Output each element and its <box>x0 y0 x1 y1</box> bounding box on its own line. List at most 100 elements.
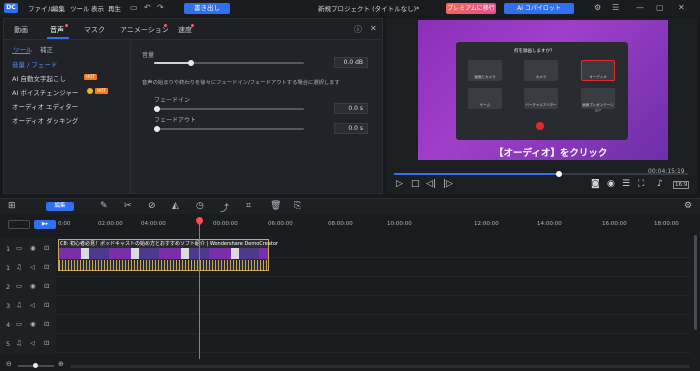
playhead[interactable] <box>199 217 200 371</box>
track-header: 1 ♫ ◁ ⊡ <box>0 258 56 277</box>
speaker-icon[interactable]: ◁ <box>30 301 35 309</box>
close-panel-icon[interactable]: ✕ <box>370 24 377 33</box>
marker-icon[interactable]: ⎘ <box>294 201 301 211</box>
undo-icon[interactable]: ↶ <box>144 3 151 12</box>
crop-icon[interactable]: ⌗ <box>246 201 251 211</box>
track-header: 4 ▭ ◉ ⊡ <box>0 315 56 334</box>
speed-icon[interactable]: ◷ <box>196 201 204 211</box>
timeline: ⊞ 編集 ✎ ✂ ⊘ ◭ ◷ ⤴ ⌗ 🗑 ⎘ ⚙ ▶▸ 0:00 02:00:0… <box>0 198 700 371</box>
fade-out-slider[interactable] <box>154 128 304 130</box>
play-icon[interactable]: ▷ <box>396 179 403 189</box>
menu-icon[interactable]: ☰ <box>612 3 619 12</box>
fade-in-slider-knob[interactable] <box>154 106 160 112</box>
fade-note: 音声の始まりや終わりを徐々にフェードイン/フェードアウトする場合に選択します <box>142 80 340 86</box>
maximize-icon[interactable]: ▢ <box>656 3 664 12</box>
new-badge <box>164 24 167 27</box>
lock-icon[interactable]: ⊡ <box>44 320 49 328</box>
split-icon[interactable]: ✂ <box>124 201 132 211</box>
lock-icon[interactable]: ⊡ <box>44 282 49 290</box>
fade-in-slider[interactable] <box>154 108 304 110</box>
layout-icon[interactable]: ▭ <box>130 3 138 12</box>
stop-icon[interactable]: □ <box>411 179 420 189</box>
menu-play[interactable]: 再生 <box>108 3 121 13</box>
playback-progress-knob[interactable] <box>555 171 562 177</box>
side-item-audio-editor[interactable]: オーディオ エディター <box>12 101 78 111</box>
export-button[interactable]: 書き出し <box>184 3 230 14</box>
volume-value[interactable]: 0.0 dB <box>334 57 368 68</box>
zoom-in-icon[interactable]: ⊕ <box>58 360 64 368</box>
track-row[interactable]: 4 ▭ ◉ ⊡ <box>0 315 690 334</box>
help-icon[interactable]: ⓘ <box>354 24 362 35</box>
divider <box>130 41 131 193</box>
record-icon[interactable] <box>536 122 544 130</box>
track-row[interactable]: 2 ▭ ◉ ⊡ <box>0 277 690 296</box>
close-window-icon[interactable]: ✕ <box>678 3 685 12</box>
track-view-toggle[interactable] <box>8 220 30 229</box>
aspect-ratio[interactable]: 16:9 <box>673 181 690 189</box>
track-row[interactable]: 5 ♫ ◁ ⊡ <box>0 334 690 353</box>
volume-icon[interactable]: ♪ <box>657 179 663 189</box>
snap-toggle[interactable]: ▶▸ <box>34 220 56 229</box>
eye-icon[interactable]: ◉ <box>30 244 36 252</box>
volume-slider-knob[interactable] <box>188 60 195 66</box>
link-icon[interactable]: ⊘ <box>148 201 156 211</box>
menu-edit[interactable]: 編集 <box>52 3 65 13</box>
lock-icon[interactable]: ⊡ <box>44 301 49 309</box>
side-item-ducking[interactable]: オーディオ ダッキング <box>12 115 78 125</box>
eye-icon[interactable]: ◉ <box>30 320 36 328</box>
zoom-bar: ⊖ ⊕ <box>0 359 700 371</box>
tab-video[interactable]: 動画 <box>14 25 28 35</box>
record-toggle-icon[interactable]: ◉ <box>607 179 615 189</box>
redo-icon[interactable]: ↷ <box>157 3 164 12</box>
horizontal-scrollbar[interactable] <box>70 365 690 368</box>
time-ruler[interactable]: 0:00 02:00:00 04:00:00 00:00:00 06:00:00… <box>56 217 696 231</box>
camera-icon[interactable]: ◙ <box>591 179 600 189</box>
speaker-icon[interactable]: ◁ <box>30 263 35 271</box>
track-number: 1 <box>6 264 11 272</box>
side-item-voice-changer[interactable]: AI ボイスチェンジャー <box>12 87 78 97</box>
lock-icon[interactable]: ⊡ <box>44 263 49 271</box>
timeline-settings-icon[interactable]: ⚙ <box>684 201 692 211</box>
menu-file[interactable]: ファイル <box>28 3 54 13</box>
copilot-button[interactable]: AI コパイロット <box>504 3 574 14</box>
lock-icon[interactable]: ⊡ <box>44 244 49 252</box>
fade-out-value[interactable]: 0.0 s <box>334 123 368 134</box>
add-track-icon[interactable]: ⊞ <box>8 201 16 211</box>
mirror-icon[interactable]: ◭ <box>172 201 179 211</box>
fullscreen-icon[interactable]: ⛶ <box>638 179 644 189</box>
fade-out-slider-knob[interactable] <box>154 126 160 132</box>
eye-icon[interactable]: ◉ <box>30 282 36 290</box>
next-frame-icon[interactable]: |▷ <box>443 179 453 189</box>
subtab-correction[interactable]: 補正 <box>40 44 53 54</box>
side-item-transcribe[interactable]: AI 自動文字起こし <box>12 73 66 83</box>
minimize-icon[interactable]: — <box>636 3 644 12</box>
edit-mode-button[interactable]: 編集 <box>46 202 74 211</box>
menu-tools[interactable]: ツール <box>70 3 90 13</box>
tab-audio[interactable]: 音声 <box>50 25 64 35</box>
tab-animation[interactable]: アニメーション <box>120 25 169 35</box>
tab-mask[interactable]: マスク <box>84 25 105 35</box>
export-frame-icon[interactable]: ⤴ <box>220 201 229 214</box>
zoom-slider-knob[interactable] <box>33 363 38 368</box>
timeline-scrollbar[interactable] <box>694 235 697 330</box>
list-icon[interactable]: ☰ <box>622 179 630 189</box>
timecode: 00:04:15:19 <box>648 168 685 175</box>
track-row[interactable]: 3 ♫ ◁ ⊡ <box>0 296 690 315</box>
zoom-out-icon[interactable]: ⊖ <box>6 360 12 368</box>
settings-icon[interactable]: ⚙ <box>594 3 601 12</box>
new-badge <box>191 24 194 27</box>
tab-speed[interactable]: 速度 <box>178 25 192 35</box>
video-preview[interactable]: 何を録画しますか？ 画面とカメラ カメラ オーディオ ゲーム バーチャルアバター… <box>418 20 668 160</box>
lock-icon[interactable]: ⊡ <box>44 339 49 347</box>
fade-in-value[interactable]: 0.0 s <box>334 103 368 114</box>
side-item-volume-fade[interactable]: 音量 / フェード <box>12 59 57 69</box>
speaker-icon[interactable]: ◁ <box>30 339 35 347</box>
video-track-icon: ▭ <box>16 282 23 290</box>
prev-frame-icon[interactable]: ◁| <box>426 179 436 189</box>
premium-button[interactable]: プレミアムに移行 <box>446 3 496 14</box>
track-number: 5 <box>6 340 11 348</box>
pen-icon[interactable]: ✎ <box>100 201 108 211</box>
menu-view[interactable]: 表示 <box>91 3 104 13</box>
coin-icon <box>87 88 93 94</box>
delete-icon[interactable]: 🗑 <box>270 201 281 211</box>
